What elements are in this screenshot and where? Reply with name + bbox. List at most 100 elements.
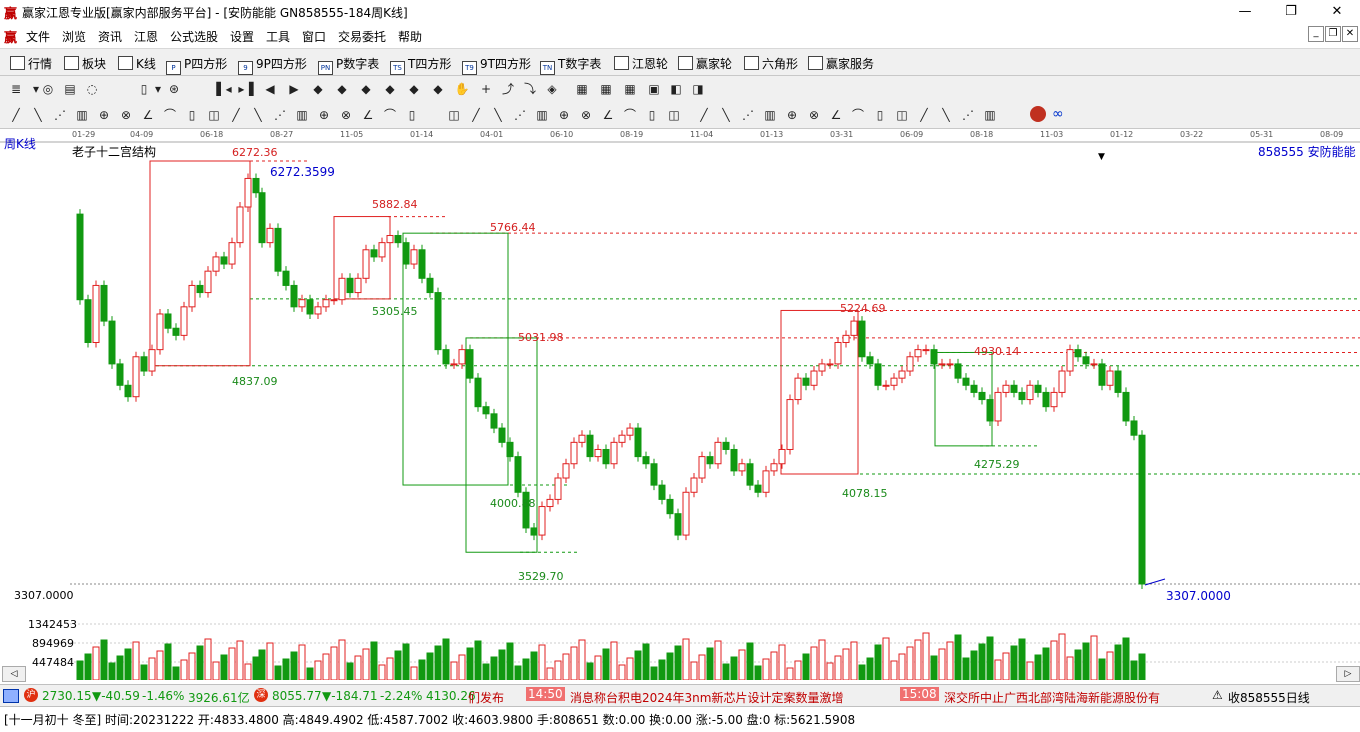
toolbar2-tool-32-icon[interactable]: ⋰ — [740, 107, 756, 123]
toolbar2-tool-29-icon[interactable]: ◫ — [666, 107, 682, 123]
toolbar1-tool-14-icon[interactable]: ◆ — [358, 81, 374, 97]
nav-item-11[interactable]: 六角形 — [744, 55, 798, 72]
toolbar2-tool-20-icon[interactable]: ╱ — [468, 107, 484, 123]
toolbar2-tool-37-icon[interactable]: ⌒ — [850, 107, 866, 123]
nav-item-8[interactable]: TN T数字表 — [540, 55, 601, 75]
toolbar2-tool-5-icon[interactable]: ⊗ — [118, 107, 134, 123]
toolbar2-tool-25-icon[interactable]: ⊗ — [578, 107, 594, 123]
toolbar2-tool-8-icon[interactable]: ▯ — [184, 107, 200, 123]
mdi-restore-button[interactable]: ❐ — [1325, 26, 1341, 42]
toolbar2-tool-33-icon[interactable]: ▥ — [762, 107, 778, 123]
news-ticker[interactable]: 们发布 14:50 消息称台积电2024年3nm新芯片设计定案数量激增 15:0… — [468, 685, 1204, 707]
toolbar2-tool-7-icon[interactable]: ⌒ — [162, 107, 178, 123]
toolbar2-tool-0-icon[interactable]: ╱ — [8, 107, 24, 123]
toolbar1-tool-28-icon[interactable]: ◨ — [690, 81, 706, 97]
toolbar1-tool-10-icon[interactable]: ◀ — [262, 81, 278, 97]
nav-item-4[interactable]: 9 9P四方形 — [238, 55, 307, 75]
grid-icon[interactable] — [3, 689, 19, 703]
news1-text[interactable]: 消息称台积电2024年3nm新芯片设计定案数量激增 — [570, 689, 843, 706]
toolbar2-tool-43-icon[interactable]: ▥ — [982, 107, 998, 123]
menu-trade[interactable]: 交易委托 — [338, 28, 386, 45]
toolbar2-tool-1-icon[interactable]: ╲ — [30, 107, 46, 123]
minimize-button[interactable]: — — [1222, 0, 1268, 24]
toolbar1-tool-2-icon[interactable]: ◎ — [40, 81, 56, 97]
toolbar1-tool-0-icon[interactable]: ≣ — [8, 81, 24, 97]
toolbar2-tool-3-icon[interactable]: ▥ — [74, 107, 90, 123]
nav-item-2[interactable]: K线 — [118, 55, 156, 72]
nav-item-1[interactable]: 板块 — [64, 55, 106, 72]
toolbar1-tool-19-icon[interactable]: + — [478, 81, 494, 97]
toolbar2-tool-2-icon[interactable]: ⋰ — [52, 107, 68, 123]
menu-info[interactable]: 资讯 — [98, 28, 122, 45]
toolbar1-tool-13-icon[interactable]: ◆ — [334, 81, 350, 97]
toolbar1-tool-23-icon[interactable]: ▦ — [574, 81, 590, 97]
toolbar2-tool-34-icon[interactable]: ⊕ — [784, 107, 800, 123]
toolbar1-tool-7-icon[interactable]: ⊛ — [166, 81, 182, 97]
nav-item-0[interactable]: 行情 — [10, 55, 52, 72]
toolbar1-tool-20-icon[interactable]: ⤴ — [500, 81, 516, 97]
toolbar2-tool-28-icon[interactable]: ▯ — [644, 107, 660, 123]
toolbar1-tool-18-icon[interactable]: ✋ — [454, 81, 470, 97]
toolbar2-tool-10-icon[interactable]: ╱ — [228, 107, 244, 123]
toolbar2-tool-39-icon[interactable]: ◫ — [894, 107, 910, 123]
nav-item-9[interactable]: 江恩轮 — [614, 55, 668, 72]
toolbar2-tool-4-icon[interactable]: ⊕ — [96, 107, 112, 123]
maximize-button[interactable]: ❐ — [1268, 0, 1314, 24]
toolbar2-tool-24-icon[interactable]: ⊕ — [556, 107, 572, 123]
toolbar2-tool-38-icon[interactable]: ▯ — [872, 107, 888, 123]
nav-item-5[interactable]: PN P数字表 — [318, 55, 379, 75]
toolbar1-tool-22-icon[interactable]: ◈ — [544, 81, 560, 97]
dropdown-arrow-icon[interactable]: ▼ — [1098, 152, 1105, 162]
toolbar1-tool-15-icon[interactable]: ◆ — [382, 81, 398, 97]
kline-chart[interactable] — [0, 128, 1360, 681]
color-wheel-icon[interactable] — [1030, 106, 1046, 122]
menu-file[interactable]: 文件 — [26, 28, 50, 45]
toolbar2-tool-22-icon[interactable]: ⋰ — [512, 107, 528, 123]
toolbar1-tool-6-icon[interactable]: ▾ — [150, 81, 166, 97]
menu-gann[interactable]: 江恩 — [134, 28, 158, 45]
toolbar2-tool-9-icon[interactable]: ◫ — [206, 107, 222, 123]
toolbar2-tool-26-icon[interactable]: ∠ — [600, 107, 616, 123]
close-button[interactable]: ✕ — [1314, 0, 1360, 24]
toolbar2-tool-40-icon[interactable]: ╱ — [916, 107, 932, 123]
infinity-icon[interactable]: ∞ — [1052, 106, 1070, 122]
toolbar1-tool-11-icon[interactable]: ▶ — [286, 81, 302, 97]
toolbar1-tool-27-icon[interactable]: ◧ — [668, 81, 684, 97]
menu-tools[interactable]: 工具 — [266, 28, 290, 45]
toolbar1-tool-3-icon[interactable]: ▤ — [62, 81, 78, 97]
toolbar1-tool-8-icon[interactable]: ▌◂ — [216, 81, 232, 97]
menu-help[interactable]: 帮助 — [398, 28, 422, 45]
toolbar2-tool-35-icon[interactable]: ⊗ — [806, 107, 822, 123]
toolbar2-tool-12-icon[interactable]: ⋰ — [272, 107, 288, 123]
toolbar1-tool-25-icon[interactable]: ▦ — [622, 81, 638, 97]
kline-chart-svg[interactable] — [0, 128, 1360, 681]
toolbar1-tool-24-icon[interactable]: ▦ — [598, 81, 614, 97]
nav-item-3[interactable]: P P四方形 — [166, 55, 227, 75]
toolbar2-tool-18-icon[interactable]: ▯ — [404, 107, 420, 123]
toolbar1-tool-4-icon[interactable]: ◌ — [84, 81, 100, 97]
toolbar2-tool-27-icon[interactable]: ⌒ — [622, 107, 638, 123]
toolbar2-tool-15-icon[interactable]: ⊗ — [338, 107, 354, 123]
toolbar2-tool-17-icon[interactable]: ⌒ — [382, 107, 398, 123]
mdi-close-button[interactable]: ✕ — [1342, 26, 1358, 42]
scroll-right-button[interactable]: ▷ — [1336, 666, 1360, 682]
toolbar2-tool-31-icon[interactable]: ╲ — [718, 107, 734, 123]
toolbar2-tool-41-icon[interactable]: ╲ — [938, 107, 954, 123]
toolbar1-tool-26-icon[interactable]: ▣ — [646, 81, 662, 97]
toolbar2-tool-30-icon[interactable]: ╱ — [696, 107, 712, 123]
toolbar2-tool-13-icon[interactable]: ▥ — [294, 107, 310, 123]
toolbar2-tool-23-icon[interactable]: ▥ — [534, 107, 550, 123]
nav-item-7[interactable]: T9 9T四方形 — [462, 55, 531, 75]
menu-formula[interactable]: 公式选股 — [170, 28, 218, 45]
news2-text[interactable]: 深交所中止广西北部湾陆海新能源股份有 — [944, 689, 1160, 706]
toolbar2-tool-6-icon[interactable]: ∠ — [140, 107, 156, 123]
toolbar2-tool-36-icon[interactable]: ∠ — [828, 107, 844, 123]
toolbar1-tool-9-icon[interactable]: ▸▐ — [238, 81, 254, 97]
toolbar2-tool-16-icon[interactable]: ∠ — [360, 107, 376, 123]
nav-item-6[interactable]: TS T四方形 — [390, 55, 451, 75]
menu-browse[interactable]: 浏览 — [62, 28, 86, 45]
scroll-left-button[interactable]: ◁ — [2, 666, 26, 682]
toolbar1-tool-16-icon[interactable]: ◆ — [406, 81, 422, 97]
alert-icon[interactable]: ⚠ — [1212, 688, 1223, 702]
menu-settings[interactable]: 设置 — [230, 28, 254, 45]
